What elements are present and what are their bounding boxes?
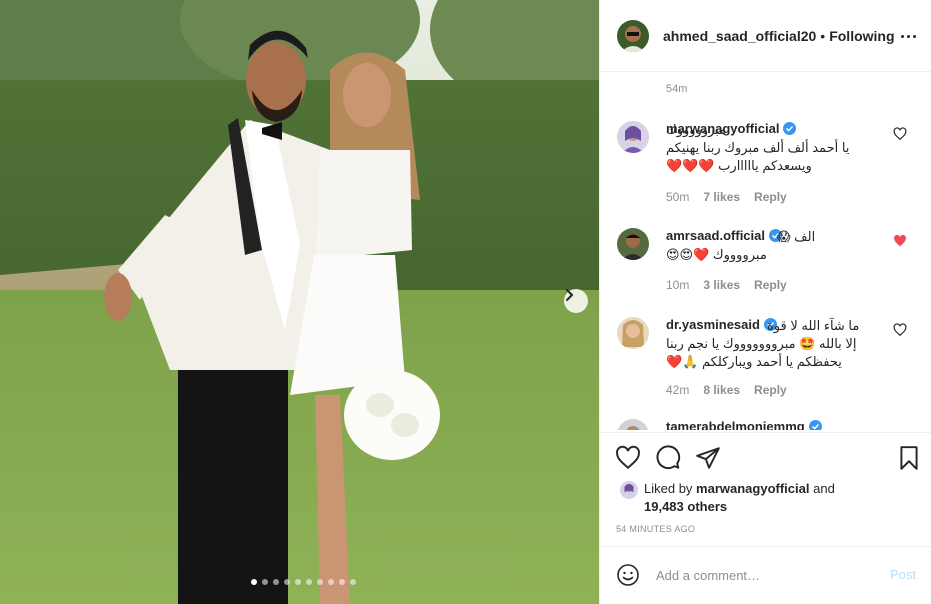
verified-badge-icon	[808, 420, 822, 430]
comment-like-heart-icon[interactable]	[893, 127, 907, 141]
comment-line: يا أحمد ألف ألف مبروك ربنا يهنيكم	[666, 140, 850, 155]
more-dot	[906, 34, 910, 38]
post-comment-button[interactable]: Post	[890, 567, 916, 582]
carousel-indicators	[251, 579, 356, 585]
comment-likes[interactable]: 7 likes	[703, 190, 740, 204]
post-timestamp[interactable]: 54 MINUTES AGO	[616, 524, 695, 534]
post-side-panel: ahmed_saad_official20 • Following 54m ma…	[599, 0, 931, 604]
comment-line: إلا بالله 🤩 مبروووووووك يا نجم ربنا	[666, 336, 857, 351]
post-photo[interactable]	[0, 0, 599, 604]
save-bookmark-icon[interactable]	[896, 445, 922, 471]
comment-meta: 10m 3 likes Reply	[666, 278, 787, 292]
carousel-dot	[306, 579, 312, 585]
next-slide-button[interactable]	[564, 289, 588, 313]
comment-line: يحفظكم يا أحمد ويباركلكم 🙏❤️	[666, 354, 842, 369]
comment-text: إلا بالله 🤩 مبروووووووك يا نجم ربنا يحفظ…	[666, 335, 881, 371]
likes-joiner: and	[813, 481, 835, 496]
likes-text: Liked by marwanagyofficial and 19,483 ot…	[644, 480, 864, 516]
commenter-avatar[interactable]	[617, 317, 649, 349]
comment-line: الف 😱	[777, 229, 816, 244]
likes-prefix: Liked by	[644, 481, 693, 496]
author-username[interactable]: ahmed_saad_official20	[663, 28, 816, 44]
carousel-dot	[328, 579, 334, 585]
comment-item: dr.yasminesaid ما شآء الله لا قوة إلا با…	[617, 317, 917, 407]
carousel-dot	[262, 579, 268, 585]
commenter-avatar[interactable]	[617, 419, 649, 430]
likes-others-count[interactable]: 19,483 others	[644, 499, 727, 514]
comment-item: tamerabdelmoniemmg	[617, 419, 917, 430]
carousel-dot	[251, 579, 257, 585]
caption-time: 54m	[666, 83, 688, 95]
liker-username[interactable]: marwanagyofficial	[696, 481, 809, 496]
comment-item: amrsaad.official الف 😱 مبرووووك ❤️😍😍 10m…	[617, 228, 917, 308]
following-button[interactable]: Following	[829, 28, 894, 44]
comment-bubble-icon[interactable]	[655, 445, 681, 471]
comment-likes[interactable]: 8 likes	[703, 383, 740, 397]
reply-button[interactable]: Reply	[754, 278, 787, 292]
comment-liked-heart-icon[interactable]	[893, 234, 907, 248]
comment-time: 50m	[666, 190, 690, 204]
username-text[interactable]: amrsaad.official	[666, 228, 765, 243]
carousel-dot	[317, 579, 323, 585]
comment-like-heart-icon[interactable]	[893, 323, 907, 337]
photo-illustration	[0, 0, 599, 604]
comment-text: مبروووووك يا أحمد ألف ألف مبروك ربنا يهن…	[666, 121, 881, 175]
comment-item: marwanagyofficial مبروووووك يا أحمد ألف …	[617, 121, 917, 211]
commenter-avatar[interactable]	[617, 228, 649, 260]
comment-line: مبروووووك	[666, 122, 727, 137]
comment-time: 42m	[666, 383, 690, 397]
comment-meta: 42m 8 likes Reply	[666, 383, 787, 397]
comment-line: ما شآء الله لا قوة	[767, 318, 860, 333]
likes-summary: Liked by marwanagyofficial and 19,483 ot…	[620, 480, 864, 516]
carousel-dot	[284, 579, 290, 585]
more-dot	[900, 34, 904, 38]
author-avatar[interactable]	[617, 19, 649, 52]
instagram-post-modal: ahmed_saad_official20 • Following 54m ma…	[0, 0, 931, 604]
more-dot	[912, 34, 916, 38]
comment-meta: 50m 7 likes Reply	[666, 190, 787, 204]
liker-avatar[interactable]	[620, 481, 638, 499]
like-heart-icon[interactable]	[615, 445, 641, 471]
reply-button[interactable]: Reply	[754, 383, 787, 397]
comment-likes[interactable]: 3 likes	[703, 278, 740, 292]
comment-line: ويسعدكم يااااارب ❤️❤️❤️	[666, 158, 812, 173]
emoji-icon[interactable]	[616, 563, 640, 587]
post-actions-section: Liked by marwanagyofficial and 19,483 ot…	[600, 432, 931, 604]
post-header: ahmed_saad_official20 • Following	[600, 0, 931, 72]
comment-text: ما شآء الله لا قوة	[767, 317, 877, 335]
commenter-username[interactable]: amrsaad.official	[666, 228, 782, 243]
comments-list[interactable]: 54m marwanagyofficial مبروووووك يا أحمد …	[600, 73, 931, 430]
commenter-avatar[interactable]	[617, 121, 649, 153]
add-comment-bar: Post	[600, 546, 931, 604]
chevron-right-icon	[566, 289, 573, 301]
username-text[interactable]: dr.yasminesaid	[666, 317, 760, 332]
comment-input[interactable]	[656, 565, 876, 585]
comment-text: مبرووووك ❤️😍😍	[666, 246, 881, 264]
comment-text: الف 😱	[777, 228, 832, 246]
carousel-dot	[273, 579, 279, 585]
more-options-button[interactable]	[899, 27, 917, 45]
header-separator: •	[820, 27, 826, 44]
reply-button[interactable]: Reply	[754, 190, 787, 204]
carousel-dot	[339, 579, 345, 585]
carousel-dot	[295, 579, 301, 585]
username-text[interactable]: tamerabdelmoniemmg	[666, 419, 805, 430]
commenter-username[interactable]: dr.yasminesaid	[666, 317, 777, 332]
comment-line: مبرووووك ❤️😍😍	[666, 247, 767, 262]
commenter-username[interactable]: tamerabdelmoniemmg	[666, 419, 822, 430]
share-paper-plane-icon[interactable]	[695, 445, 721, 471]
carousel-dot	[350, 579, 356, 585]
comment-time: 10m	[666, 278, 690, 292]
